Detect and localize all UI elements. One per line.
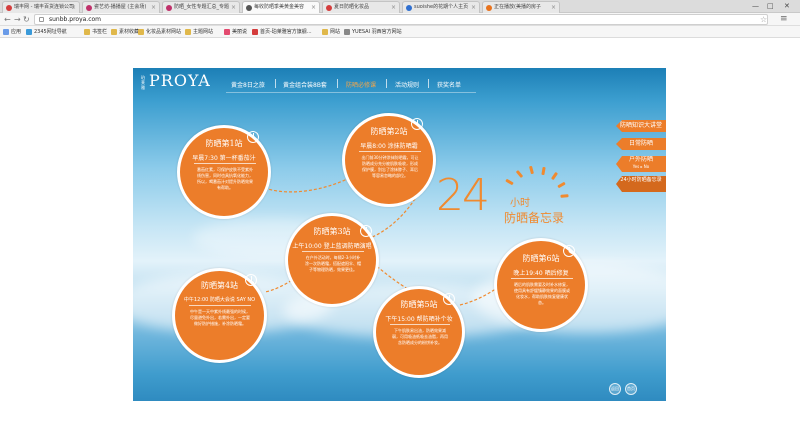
station-time: 下午15:00 帮防晒补个妆: [385, 316, 453, 323]
clock-icon: [360, 225, 372, 237]
station-time: 早晨8:00 涂抹防晒霜: [360, 143, 418, 150]
station-time: 上午10:00 登上蓝调防晒演唱: [292, 243, 372, 250]
station-text: 中午是一天中紫外线最强的时候，尽量避免外出，若需外出，一定要做好防护措施，补涂防…: [190, 309, 250, 326]
divider: [194, 163, 256, 164]
divider: [302, 251, 364, 252]
headline-title: 防晒备忘录: [504, 211, 565, 225]
clock-icon: [411, 118, 423, 130]
station-text: 下午肌肤易出油，防晒效果减弱，可用吸油纸吸去油脂，再用含防晒成分的粉饼补妆。: [392, 328, 448, 345]
headline-unit: 小时: [510, 198, 530, 209]
clock-icon: [443, 293, 455, 305]
clock-icon: [247, 131, 259, 143]
station-time: 早晨7:30 第一杯番茄汁: [192, 155, 256, 162]
clock-icon: [563, 245, 575, 257]
divider: [189, 305, 251, 306]
back-button[interactable]: 返回: [609, 383, 621, 395]
divider: [359, 151, 421, 152]
station-time: 晚上19:40 晒后修复: [513, 270, 569, 277]
station-text: 番茄红素，可保护皮肤不受紫外线伤害，同时也具抗氧化能力，所以，喝番茄汁对提升防晒…: [197, 167, 253, 190]
station-time: 中午12:00 防晒大会说 SAY NO: [183, 297, 256, 303]
headline-number: 24: [436, 170, 490, 221]
clock-icon: [245, 274, 257, 286]
divider: [511, 278, 573, 279]
station-text: 在户外活动时，每隔2-3小时补涂一次防晒霜，搭配遮阳伞、帽子等物理防晒，效果更佳…: [305, 255, 361, 272]
home-button[interactable]: 首页: [625, 383, 637, 395]
station-text: 出门前30分钟涂抹防晒霜，可让防晒成分充分被肌肤吸收，形成保护膜，别忘了涂抹脖子…: [361, 155, 419, 178]
divider: [390, 324, 450, 325]
station-text: 晒后的肌肤需要及时补水修复，使用具有舒缓镇静效果的面膜或化妆水，帮助肌肤恢复健康…: [514, 282, 570, 305]
